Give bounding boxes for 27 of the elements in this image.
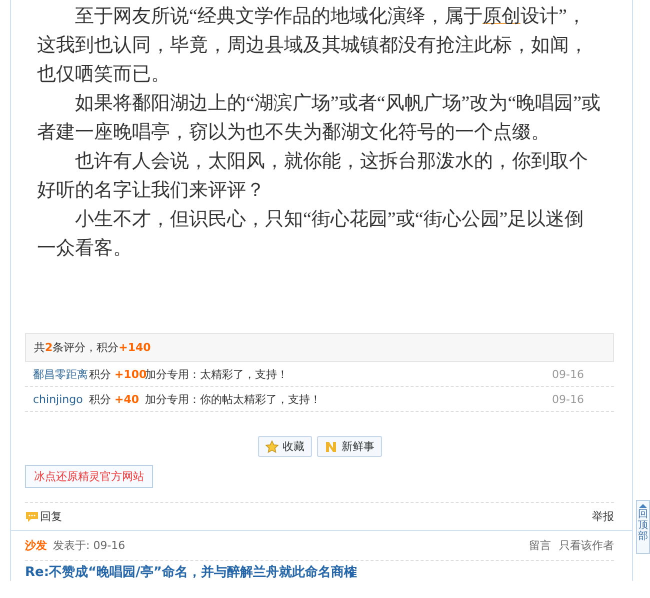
speech-bubble-icon xyxy=(25,510,39,522)
post-date: 发表于: 09-16 xyxy=(53,538,126,553)
action-button[interactable]: 新鲜事 xyxy=(316,436,382,457)
ad-link[interactable]: 冰点还原精灵官方网站 xyxy=(25,465,153,488)
reply-link[interactable]: 回复 xyxy=(25,509,62,524)
points-text: 积分 +100 xyxy=(89,366,145,382)
post-link[interactable]: 留言 xyxy=(529,538,551,553)
report-link[interactable]: 举报 xyxy=(592,509,614,524)
post-link[interactable]: 只看该作者 xyxy=(559,538,614,553)
paragraph: 至于网友所说“经典文学作品的地域化演绎，属于原创设计”，这我到也认同，毕竟，周边县域及其城镇都没有抢注此标，如闻，也仅哂笑而已。 xyxy=(37,5,589,87)
back-to-top-button[interactable]: 回顶部 xyxy=(636,500,650,554)
post-title: Re:不赞成“晚唱园/亭”命名，并与醉解兰舟就此命名商榷 xyxy=(25,564,358,581)
paragraph: 也许有人会说，太阳风，就你能，这拆台那泼水的，你到取个好听的名字让我们来评评？ xyxy=(37,150,589,203)
paragraph: 如果将鄱阳湖边上的“湖滨广场”或者“风帆广场”改为“晚唱园”或者建一座晚唱亭，窃以为也不失为鄱湖文化符号的一个点缀。 xyxy=(37,92,602,145)
rating-summary: 共2条评分，积分+140 xyxy=(34,341,151,354)
n-icon xyxy=(324,440,338,454)
link[interactable]: 原创 xyxy=(482,6,520,27)
user-link[interactable]: chinjingo xyxy=(33,392,89,406)
points-text: 积分 +40 xyxy=(89,392,140,406)
action-button[interactable]: 收藏 xyxy=(258,436,312,457)
paragraph: 小生不才，但识民心，只知“街心花园”或“街心公园”足以迷倒一众看客。 xyxy=(37,208,585,261)
rating-date: 09-16 xyxy=(552,392,585,406)
star-icon xyxy=(264,440,278,454)
user-link[interactable]: 鄱昌零距离 xyxy=(33,366,89,382)
rating-date: 09-16 xyxy=(552,368,585,380)
rating-comment: 加分专用：太精彩了，支持！ xyxy=(145,366,289,382)
rating-comment: 加分专用：你的帖太精彩了，支持！ xyxy=(145,392,322,406)
